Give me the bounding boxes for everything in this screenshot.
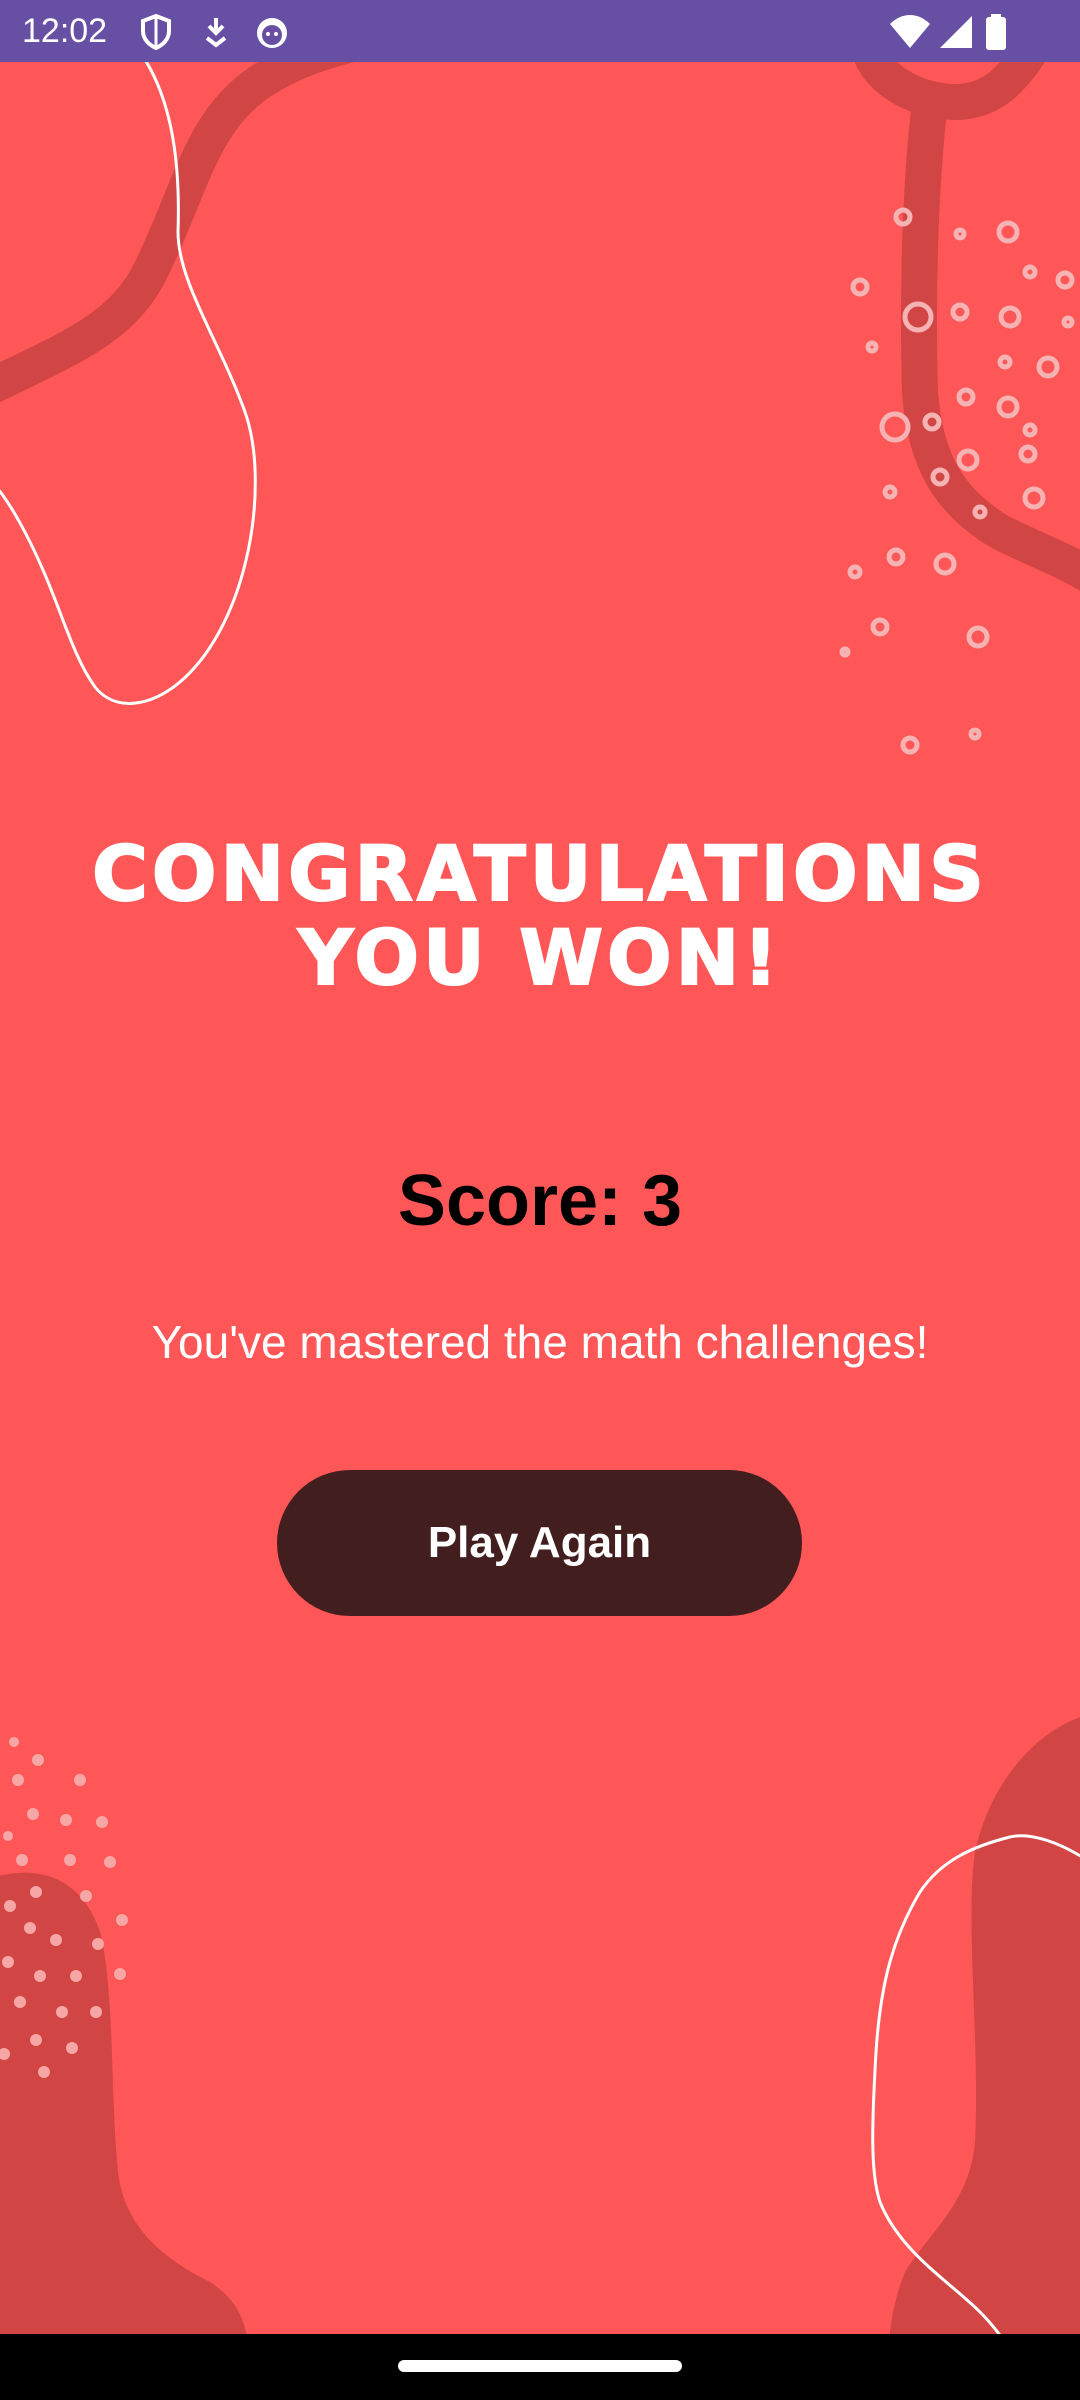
congratulations-title: Congratulations You Won! [91, 829, 988, 1002]
screen: 12:02 CONGRATULATIONS YOU WON! Score: 3 … [0, 0, 1080, 2400]
android-face-icon [257, 18, 287, 48]
play-again-button[interactable]: Play Again [277, 1470, 802, 1616]
status-time: 12:02 [22, 12, 108, 50]
shield-icon [141, 13, 171, 51]
wifi-icon [890, 15, 930, 48]
home-gesture-handle[interactable] [398, 2360, 682, 2372]
win-message: You've mastered the math challenges! [151, 1316, 929, 1368]
status-bar: 12:02 [0, 0, 1080, 62]
game-over-screen: Congratulations You Won! Score: 3 You've… [0, 62, 1080, 2334]
score-text: Score: 3 [397, 1161, 683, 1241]
download-icon [205, 18, 227, 48]
signal-icon [940, 16, 972, 48]
battery-icon [986, 14, 1006, 50]
navigation-bar [0, 2334, 1080, 2400]
